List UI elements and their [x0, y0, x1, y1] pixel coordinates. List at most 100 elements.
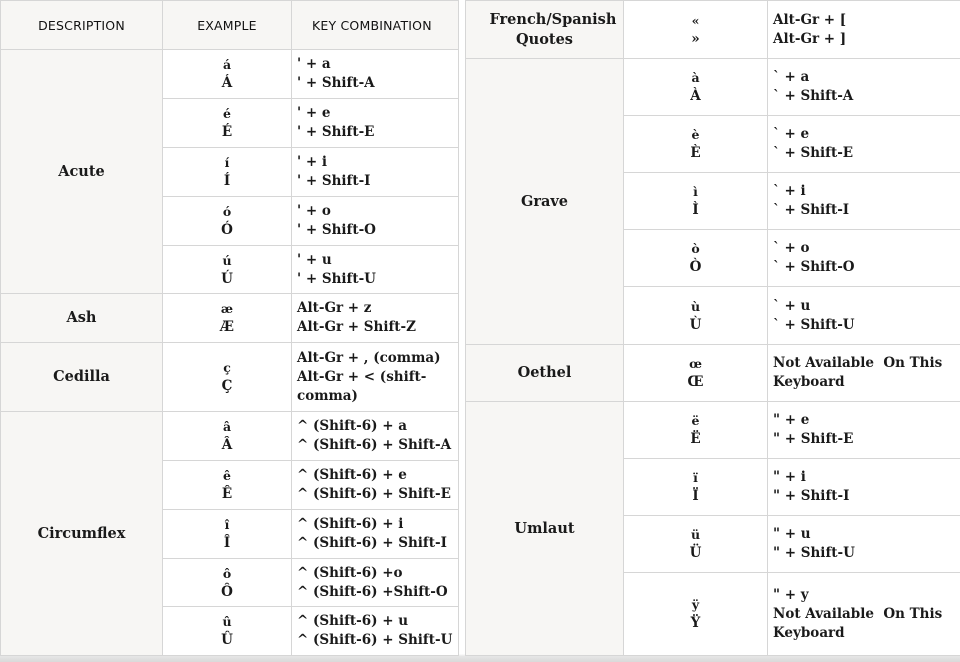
example-cell: áÁ — [162, 49, 292, 99]
example-lowercase: ç — [223, 360, 231, 375]
header-description: DESCRIPTION — [0, 0, 163, 50]
table-row: Ash æ Æ Alt-Gr + z Alt-Gr + Shift-Z — [0, 293, 459, 343]
example-lowercase: « — [691, 12, 700, 28]
example-uppercase: Á — [221, 75, 233, 91]
example-uppercase: È — [690, 145, 701, 161]
key-combination-line: ^ (Shift-6) + u — [297, 613, 409, 629]
description-label: French/Spanish Quotes — [489, 10, 617, 48]
key-combination-line: ^ (Shift-6) + i — [297, 516, 404, 532]
key-combination-line: Alt-Gr + ] — [773, 30, 847, 47]
table-row: Circumflex â Â ^ (Shift-6) + a ^ (Shift-6) +… — [0, 411, 459, 656]
key-combination-cell: ' + u ' + Shift-U — [291, 245, 459, 294]
example-uppercase: É — [221, 124, 233, 140]
table-row: Umlaut ë Ë " + e " + Shift-E — [465, 401, 960, 656]
key-combination-cell: ` + e ` + Shift-E — [767, 115, 960, 173]
key-combination-cell: ^ (Shift-6) + u ^ (Shift-6) + Shift-U — [291, 606, 459, 656]
example-lowercase: á — [222, 57, 232, 72]
table-row: Oethel œ Œ Not Available On This Keyboard — [465, 344, 960, 402]
description-cell-umlaut: Umlaut — [465, 401, 624, 656]
key-combination-line: Alt-Gr + , (comma) — [297, 349, 441, 366]
key-combination-line: ^ (Shift-6) +Shift-O — [297, 583, 448, 600]
key-combination-cell: ^ (Shift-6) + e ^ (Shift-6) + Shift-E — [291, 460, 459, 510]
key-combination-line: Alt-Gr + < (shift-comma) — [297, 368, 427, 404]
example-cell: ôÔ — [162, 558, 292, 607]
example-lowercase: æ — [220, 301, 234, 316]
key-combination-line: Not Available On This Keyboard — [773, 355, 947, 390]
example-cell: êÊ — [162, 460, 292, 510]
key-combination-line: ^ (Shift-6) + e — [297, 467, 407, 483]
key-combination-cell: ` + a ` + Shift-A — [767, 58, 960, 116]
description-cell-grave: Grave — [465, 58, 624, 345]
description-label: Cedilla — [53, 368, 110, 385]
key-combination-line: " + u — [773, 526, 811, 542]
example-uppercase: Ç — [221, 378, 233, 394]
example-cell: âÂ — [162, 411, 292, 461]
example-cell: ûÛ — [162, 606, 292, 656]
key-combination-line: " + Shift-U — [773, 545, 855, 561]
key-combination-cell: ^ (Shift-6) +o ^ (Shift-6) +Shift-O — [291, 558, 459, 607]
example-lowercase: ù — [690, 298, 701, 314]
example-lowercase: ë — [691, 413, 700, 428]
example-cell: ùÙ — [623, 286, 768, 345]
key-combination-line: " + e — [773, 412, 810, 428]
example-uppercase: Æ — [220, 319, 234, 335]
key-combination-line: ' + Shift-A — [297, 75, 375, 91]
key-combination-cell: " + u " + Shift-U — [767, 515, 960, 573]
key-combination-cell: Alt-Gr + z Alt-Gr + Shift-Z — [291, 293, 459, 343]
example-uppercase: Í — [223, 173, 231, 189]
key-combination-line: ^ (Shift-6) + a — [297, 418, 407, 434]
key-combination-line: ^ (Shift-6) + Shift-U — [297, 632, 453, 648]
table-row: Grave à À ` + a ` + Shift-A — [465, 58, 960, 345]
key-combination-line: ` + Shift-O — [773, 259, 855, 275]
example-lowercase: ï — [693, 470, 698, 485]
example-lowercase: ó — [222, 204, 232, 219]
example-uppercase: Ù — [689, 316, 702, 333]
example-cell: óÓ — [162, 196, 292, 246]
key-combination-line: ` + Shift-I — [773, 202, 850, 218]
description-label: Oethel — [517, 364, 572, 381]
table-row: Cedilla ç Ç Alt-Gr + , (comma) Alt-Gr + < (s… — [0, 342, 459, 412]
example-lowercase: û — [222, 614, 232, 629]
key-combination-line: " + Shift-E — [773, 431, 854, 447]
key-combination-line: " + y — [773, 586, 809, 603]
key-combination-line: ^ (Shift-6) + Shift-I — [297, 535, 447, 551]
example-uppercase: Ì — [692, 202, 699, 218]
example-uppercase: Û — [221, 632, 233, 648]
example-cell: òÒ — [623, 229, 768, 287]
key-combination-line: Alt-Gr + z — [297, 300, 372, 316]
example-uppercase: Ï — [692, 488, 699, 504]
example-lowercase: à — [691, 70, 700, 85]
key-combination-line: ' + Shift-U — [297, 270, 376, 287]
header-row: DESCRIPTION EXAMPLE KEY COMBINATION — [0, 0, 459, 50]
key-combination-line: ' + e — [297, 105, 331, 121]
description-label: Umlaut — [514, 519, 575, 537]
key-combination-line: Alt-Gr + [ — [773, 11, 847, 28]
table-row: French/Spanish Quotes «» Alt-Gr + [Alt-Gr … — [465, 0, 960, 59]
key-combination-line: ` + Shift-U — [773, 316, 855, 333]
example-lowercase: ô — [222, 565, 232, 581]
description-label: Grave — [520, 192, 569, 210]
example-cell: ëË — [623, 401, 768, 459]
description-cell-acute: Acute — [0, 49, 163, 294]
example-uppercase: Î — [223, 535, 231, 551]
key-combination-cell: ^ (Shift-6) + a ^ (Shift-6) + Shift-A — [291, 411, 459, 461]
key-combination-line: ' + u — [297, 251, 332, 268]
table-row: Acute á Á ' + a ' + Shift-A — [0, 49, 459, 294]
key-combination-cell: Alt-Gr + , (comma) Alt-Gr + < (shift-comm… — [291, 342, 459, 412]
description-cell-cedilla: Cedilla — [0, 342, 163, 412]
key-combination-cell: ' + e ' + Shift-E — [291, 98, 459, 148]
key-combination-line: ' + i — [297, 154, 327, 170]
key-combination-cell: ' + a ' + Shift-A — [291, 49, 459, 99]
example-uppercase: Œ — [687, 374, 704, 390]
key-combination-line: Alt-Gr + Shift-Z — [297, 319, 416, 335]
example-lowercase: è — [691, 127, 700, 142]
key-combination-line: " + Shift-I — [773, 488, 850, 504]
example-uppercase: Ú — [221, 270, 233, 287]
key-combination-line: ^ (Shift-6) +o — [297, 564, 403, 581]
example-lowercase: œ — [689, 356, 702, 371]
key-combination-line: ` + Shift-E — [773, 145, 854, 161]
example-cell: èÈ — [623, 115, 768, 173]
key-combination-line: " + i — [773, 469, 806, 485]
example-lowercase: ò — [691, 241, 700, 256]
key-combination-line: ` + o — [773, 240, 810, 256]
